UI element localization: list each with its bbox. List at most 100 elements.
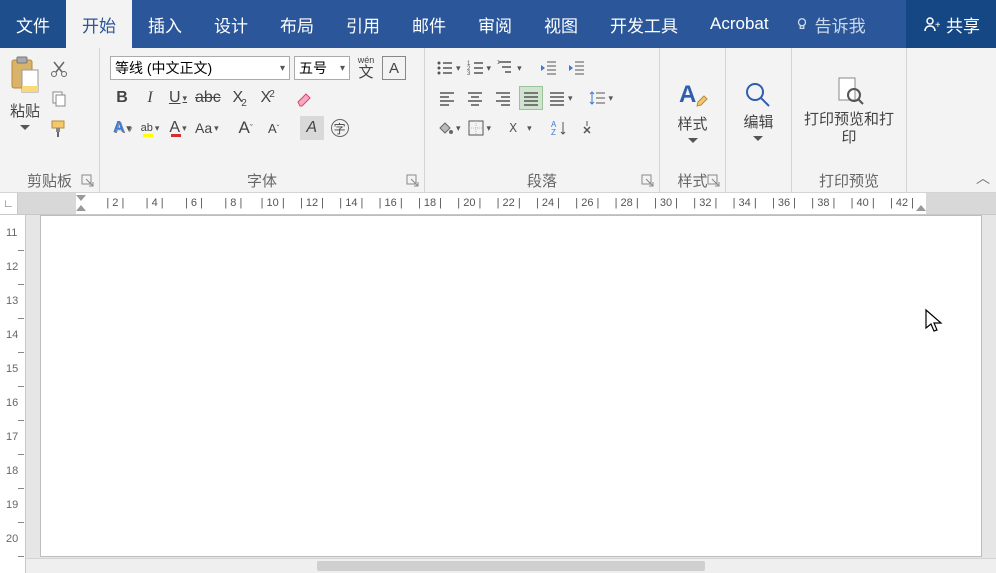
align-justify-button[interactable]: [519, 86, 543, 110]
multilevel-list-button[interactable]: 1: [496, 56, 523, 80]
ruler-tick: [18, 386, 24, 387]
scissors-icon: [50, 60, 68, 78]
font-size-combo[interactable]: 五号▾: [294, 56, 350, 80]
strikethrough-button[interactable]: abc: [194, 86, 222, 110]
borders-icon: [467, 119, 485, 137]
tab-review[interactable]: 审阅: [462, 0, 528, 48]
font-group-label: 字体: [247, 170, 277, 191]
ribbon-tab-bar: 文件 开始 插入 设计 布局 引用 邮件 审阅 视图 开发工具 Acrobat …: [0, 0, 996, 48]
first-line-indent-marker[interactable]: [76, 195, 86, 201]
sort-icon: AZ: [550, 119, 568, 137]
clear-formatting-button[interactable]: [292, 86, 316, 110]
ruler-mark: | 20 |: [457, 197, 481, 209]
tab-references[interactable]: 引用: [330, 0, 396, 48]
copy-button[interactable]: [48, 88, 70, 110]
tab-layout[interactable]: 布局: [264, 0, 330, 48]
styles-button[interactable]: A 样式: [668, 52, 718, 164]
vertical-ruler[interactable]: 11121314151617181920: [0, 215, 26, 573]
indent-icon: [568, 59, 586, 77]
sort-button[interactable]: AZ: [547, 116, 571, 140]
ruler-mark: | 26 |: [575, 197, 599, 209]
editing-dropdown-icon[interactable]: [753, 136, 763, 142]
share-button[interactable]: + 共享: [906, 0, 996, 48]
print-preview-icon: [833, 75, 865, 107]
collapse-ribbon-button[interactable]: ︿: [976, 168, 990, 188]
subscript-button[interactable]: X2: [226, 86, 250, 110]
tab-acrobat[interactable]: Acrobat: [694, 0, 785, 48]
font-color-button[interactable]: A: [166, 116, 190, 140]
ruler-mark: | 12 |: [300, 197, 324, 209]
paste-button[interactable]: [8, 56, 42, 96]
asian-layout-button[interactable]: Ⅹ: [506, 116, 533, 140]
styles-label: 样式: [677, 116, 707, 134]
highlight-button[interactable]: ab: [138, 116, 162, 140]
ruler-tick: [18, 522, 24, 523]
align-right-icon: [494, 89, 512, 107]
ruler-mark: | 34 |: [733, 197, 757, 209]
decrease-indent-button[interactable]: [537, 56, 561, 80]
tab-mailings[interactable]: 邮件: [396, 0, 462, 48]
enclose-char-button[interactable]: 字: [328, 116, 352, 140]
tab-design[interactable]: 设计: [198, 0, 264, 48]
document-page[interactable]: [40, 215, 982, 557]
ruler-mark: | 10 |: [261, 197, 285, 209]
tab-developer[interactable]: 开发工具: [594, 0, 694, 48]
align-distributed-button[interactable]: [547, 86, 574, 110]
align-left-button[interactable]: [435, 86, 459, 110]
tab-view[interactable]: 视图: [528, 0, 594, 48]
left-indent-marker[interactable]: [76, 205, 86, 211]
tab-selector[interactable]: ∟: [0, 193, 18, 215]
tab-insert[interactable]: 插入: [132, 0, 198, 48]
line-spacing-button[interactable]: [588, 86, 615, 110]
align-right-button[interactable]: [491, 86, 515, 110]
scrollbar-thumb[interactable]: [317, 561, 705, 571]
tab-home[interactable]: 开始: [66, 0, 132, 48]
align-left-icon: [438, 89, 456, 107]
shading-button[interactable]: [435, 116, 462, 140]
ruler-tick: [18, 284, 24, 285]
grow-font-button[interactable]: Aˇ: [234, 116, 258, 140]
lightbulb-icon: [795, 17, 809, 31]
bullet-list-button[interactable]: [435, 56, 462, 80]
shrink-font-button[interactable]: Aˇ: [262, 116, 286, 140]
increase-indent-button[interactable]: [565, 56, 589, 80]
ruler-mark: | 2 |: [106, 197, 124, 209]
underline-button[interactable]: U: [166, 86, 190, 110]
numbered-list-button[interactable]: 123: [466, 56, 493, 80]
right-indent-marker[interactable]: [916, 205, 926, 211]
superscript-button[interactable]: X2: [254, 86, 278, 110]
borders-button[interactable]: [466, 116, 493, 140]
tell-me-search[interactable]: 告诉我: [785, 0, 906, 48]
group-font: 等线 (中文正文)▾ 五号▾ wén 文 A B I U abc: [100, 48, 425, 192]
format-painter-button[interactable]: [48, 118, 70, 140]
copy-icon: [50, 90, 68, 108]
clipboard-dialog-launcher[interactable]: [81, 174, 95, 188]
print-preview-button[interactable]: 打印预览和打印: [796, 52, 902, 164]
ruler-mark: | 14 |: [339, 197, 363, 209]
ruler-mark: | 32 |: [693, 197, 717, 209]
change-case-button[interactable]: Aa: [194, 116, 220, 140]
italic-button[interactable]: I: [138, 86, 162, 110]
horizontal-scrollbar[interactable]: [26, 558, 996, 573]
char-border-button[interactable]: A: [382, 56, 406, 80]
styles-icon: A: [676, 78, 710, 112]
char-shading-button[interactable]: A: [300, 116, 324, 140]
font-name-combo[interactable]: 等线 (中文正文)▾: [110, 56, 290, 80]
align-center-button[interactable]: [463, 86, 487, 110]
horizontal-ruler[interactable]: ∟ | 2 || 4 || 6 || 8 || 10 || 12 || 14 |…: [0, 193, 996, 215]
paste-label: 粘贴: [10, 100, 40, 121]
tab-file[interactable]: 文件: [0, 0, 66, 48]
editing-button[interactable]: 编辑: [735, 52, 781, 164]
font-dialog-launcher[interactable]: [406, 174, 420, 188]
text-effects-button[interactable]: A: [110, 116, 134, 140]
group-paragraph: 123 1: [425, 48, 660, 192]
cut-button[interactable]: [48, 58, 70, 80]
align-justify-icon: [522, 89, 540, 107]
phonetic-guide-button[interactable]: wén 文: [354, 56, 378, 80]
show-marks-button[interactable]: [575, 116, 599, 140]
styles-dropdown-icon[interactable]: [688, 138, 698, 144]
paste-dropdown-caret-icon[interactable]: [20, 125, 30, 131]
paragraph-dialog-launcher[interactable]: [641, 174, 655, 188]
bold-button[interactable]: B: [110, 86, 134, 110]
styles-dialog-launcher[interactable]: [707, 174, 721, 188]
